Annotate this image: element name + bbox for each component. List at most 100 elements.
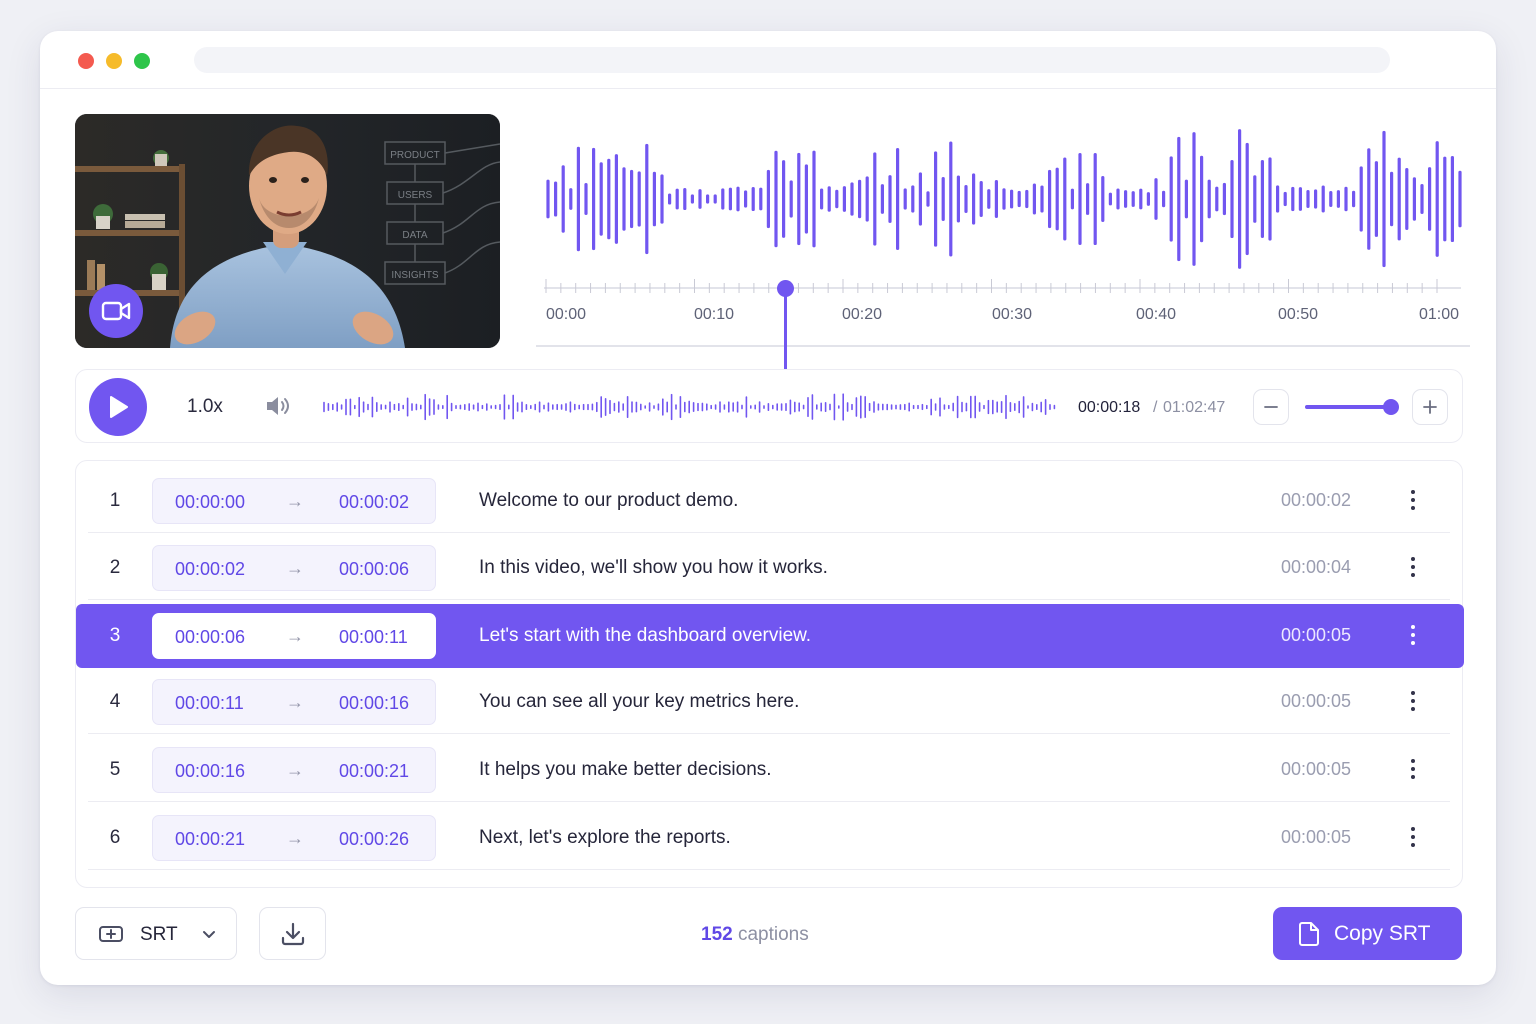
minus-icon (1264, 406, 1278, 408)
more-vertical-icon[interactable] (1404, 688, 1422, 716)
caption-index: 5 (109, 759, 121, 780)
start-time[interactable]: 00:00:21 (175, 829, 245, 850)
row-divider (88, 869, 1450, 870)
timecode-range[interactable]: 00:00:21 → 00:00:26 (152, 815, 436, 861)
app-window: PRODUCT USERS DATA INSIGHTS 00:00 00:10 … (40, 31, 1496, 985)
caption-duration: 00:00:05 (1281, 625, 1352, 645)
caption-index: 6 (109, 827, 121, 848)
timeline-tick-label: 01:00 (1418, 306, 1460, 323)
close-window-button[interactable] (78, 53, 94, 69)
caption-row[interactable]: 2 00:00:02 → 00:00:06 In this video, we'll s… (76, 536, 1464, 600)
copy-srt-label: Copy SRT (1334, 922, 1431, 945)
timecode-range[interactable]: 00:00:06 → 00:00:11 (152, 613, 436, 659)
caption-text[interactable]: In this video, we'll show you how it wor… (479, 557, 828, 579)
caption-text[interactable]: Welcome to our product demo. (479, 490, 738, 512)
current-time: 00:00:18 (1078, 399, 1141, 416)
time-separator: / (1153, 399, 1158, 416)
waveform-timeline[interactable]: 00:00 00:10 00:20 00:30 00:40 00:50 01:0… (536, 121, 1470, 371)
caption-row[interactable]: 5 00:00:16 → 00:00:21 It helps you make bett… (76, 738, 1464, 802)
title-bar (40, 31, 1496, 89)
arrow-right-icon: → (286, 626, 304, 646)
caption-row[interactable]: 6 00:00:21 → 00:00:26 Next, let's explore th… (76, 806, 1464, 870)
playback-speed[interactable]: 1.0x (187, 396, 223, 418)
timeline-tick-label: 00:40 (1135, 306, 1177, 323)
playhead-handle[interactable] (777, 280, 794, 297)
maximize-window-button[interactable] (134, 53, 150, 69)
arrow-right-icon: → (286, 491, 304, 511)
caption-count-suffix: captions (737, 924, 809, 945)
caption-count: 152 captions (701, 924, 809, 946)
timecode-range[interactable]: 00:00:16 → 00:00:21 (152, 747, 436, 793)
address-bar[interactable] (194, 47, 1390, 73)
timeline-tick-label: 00:20 (841, 306, 883, 323)
zoom-out-button[interactable] (1253, 389, 1289, 425)
caption-row[interactable]: 3 00:00:06 → 00:00:11 Let's start with the d… (76, 604, 1464, 668)
more-vertical-icon[interactable] (1404, 487, 1422, 515)
timecode-range[interactable]: 00:00:11 → 00:00:16 (152, 679, 436, 725)
caption-duration: 00:00:02 (1281, 490, 1352, 510)
row-divider (88, 532, 1450, 533)
more-vertical-icon[interactable] (1404, 554, 1422, 582)
end-time[interactable]: 00:00:11 (339, 627, 408, 648)
video-preview[interactable]: PRODUCT USERS DATA INSIGHTS (75, 114, 500, 348)
zoom-slider-handle[interactable] (1382, 399, 1399, 415)
mini-waveform[interactable] (322, 388, 1058, 426)
end-time[interactable]: 00:00:21 (339, 761, 409, 782)
end-time[interactable]: 00:00:02 (339, 492, 409, 513)
playhead-line[interactable] (784, 289, 787, 369)
more-vertical-icon[interactable] (1404, 824, 1422, 852)
start-time[interactable]: 00:00:11 (175, 693, 244, 714)
timeline-tick-label: 00:00 (545, 306, 587, 323)
more-vertical-icon[interactable] (1404, 756, 1422, 784)
row-divider (88, 733, 1450, 734)
caption-duration: 00:00:04 (1281, 557, 1352, 577)
caption-list: 1 00:00:00 → 00:00:02 Welcome to our product… (75, 460, 1464, 888)
timecode-range[interactable]: 00:00:02 → 00:00:06 (152, 545, 436, 591)
start-time[interactable]: 00:00:00 (175, 492, 245, 513)
caption-count-number: 152 (701, 924, 733, 945)
caption-text[interactable]: You can see all your key metrics here. (479, 691, 799, 713)
board-label: USERS (398, 190, 433, 201)
arrow-right-icon: → (286, 692, 304, 712)
caption-row[interactable]: 1 00:00:00 → 00:00:02 Welcome to our product… (76, 469, 1464, 533)
total-time: 01:02:47 (1163, 399, 1226, 416)
start-time[interactable]: 00:00:06 (175, 627, 245, 648)
zoom-slider-track[interactable] (1305, 405, 1391, 409)
end-time[interactable]: 00:00:06 (339, 559, 409, 580)
end-time[interactable]: 00:00:26 (339, 829, 409, 850)
caption-text[interactable]: Let's start with the dashboard overview. (479, 625, 811, 647)
caption-duration: 00:00:05 (1281, 759, 1352, 779)
zoom-in-button[interactable] (1412, 389, 1448, 425)
timecode-range[interactable]: 00:00:00 → 00:00:02 (152, 478, 436, 524)
play-button[interactable] (89, 378, 147, 436)
caption-index: 1 (109, 490, 121, 511)
plus-icon (1423, 400, 1437, 414)
audio-waveform[interactable] (536, 121, 1470, 381)
video-camera-icon (101, 301, 131, 321)
start-time[interactable]: 00:00:02 (175, 559, 245, 580)
chevron-down-icon (203, 931, 215, 938)
caption-row[interactable]: 4 00:00:11 → 00:00:16 You can see all your k… (76, 670, 1464, 734)
player-controls: 1.0x 00:00:18 / 01:02:47 (75, 369, 1463, 443)
end-time[interactable]: 00:00:16 (339, 693, 409, 714)
volume-icon[interactable] (265, 394, 293, 418)
format-dropdown[interactable]: SRT (75, 907, 237, 960)
format-label: SRT (140, 924, 178, 945)
row-divider (88, 801, 1450, 802)
minimize-window-button[interactable] (106, 53, 122, 69)
document-icon (1299, 922, 1319, 946)
download-button[interactable] (259, 907, 326, 960)
start-time[interactable]: 00:00:16 (175, 761, 245, 782)
caption-index: 4 (109, 691, 121, 712)
play-icon (110, 396, 128, 418)
caption-format-icon (99, 926, 123, 942)
caption-text[interactable]: Next, let's explore the reports. (479, 827, 731, 849)
caption-text[interactable]: It helps you make better decisions. (479, 759, 772, 781)
copy-srt-button[interactable]: Copy SRT (1273, 907, 1462, 960)
caption-index: 3 (109, 625, 121, 646)
more-vertical-icon[interactable] (1404, 622, 1422, 650)
caption-duration: 00:00:05 (1281, 691, 1352, 711)
video-camera-button[interactable] (89, 284, 143, 338)
arrow-right-icon: → (286, 558, 304, 578)
arrow-right-icon: → (286, 828, 304, 848)
